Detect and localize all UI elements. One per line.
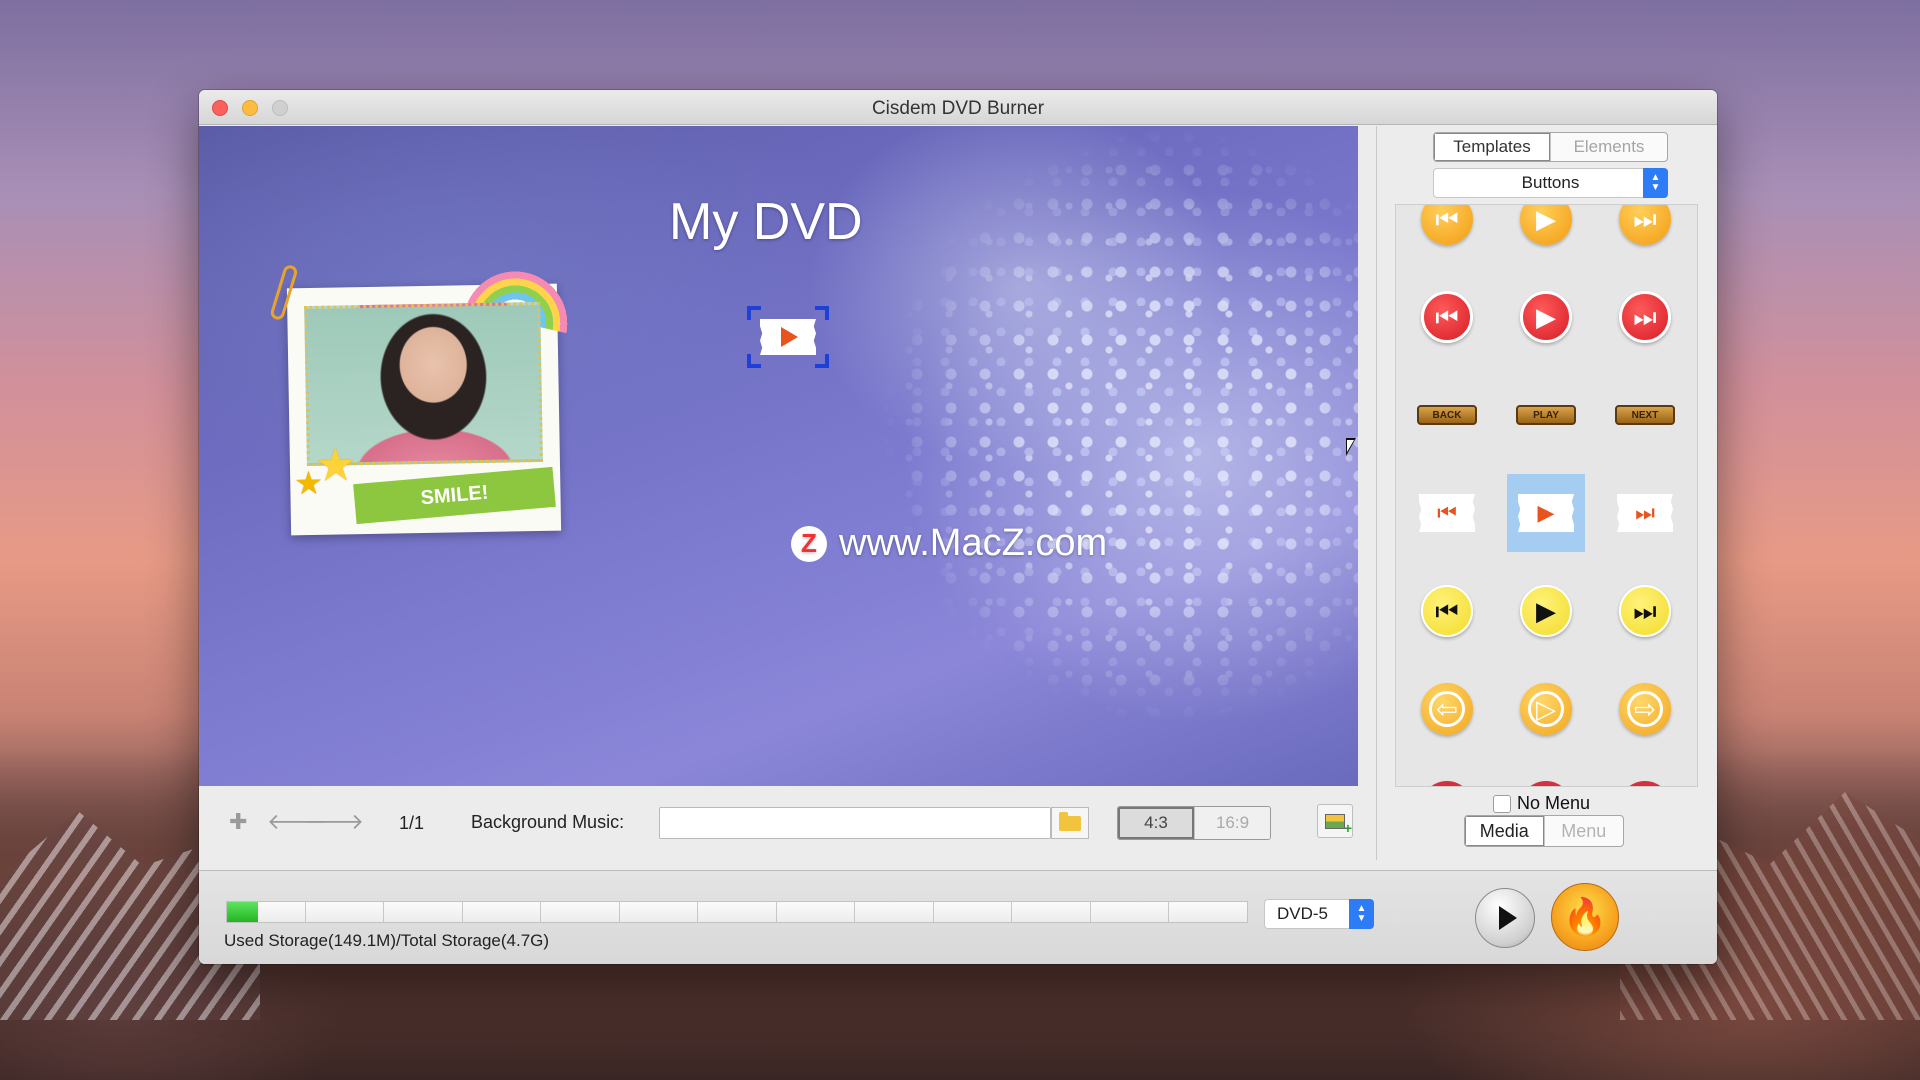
button-templates-grid[interactable]: ⏮ ▶ ⏭ ⏮ ▶ ⏭ BACK PLAY NEXT ⏮ ▶ ⏭ ⏮ ▶ ⏭ ⇦… (1395, 204, 1698, 787)
mouse-cursor (1346, 438, 1356, 456)
star-icon: ★ (293, 464, 324, 502)
template-red-play[interactable]: ▶ (1507, 278, 1585, 356)
chevron-updown-icon: ▲ ▼ (1643, 168, 1668, 198)
menu-preview-canvas[interactable]: My DVD SMILE! ★ ★ Z www.MacZ.com (199, 126, 1358, 786)
flame-icon: 🔥 (1562, 896, 1608, 937)
disc-type-value: DVD-5 (1277, 904, 1329, 923)
template-pill-next[interactable]: NEXT (1606, 376, 1684, 454)
template-pill-play[interactable]: PLAY (1507, 376, 1585, 454)
storage-text: Used Storage(149.1M)/Total Storage(4.7G) (224, 931, 550, 950)
status-bar: Used Storage(149.1M)/Total Storage(4.7G)… (199, 870, 1717, 964)
template-red-prev[interactable]: ⏮ (1408, 278, 1486, 356)
template-yellow-next[interactable]: ⏭ (1606, 572, 1684, 650)
image-add-icon (1325, 813, 1352, 836)
template-bottom-3[interactable] (1606, 768, 1684, 786)
template-bottom-2[interactable] (1507, 768, 1585, 786)
template-ticket-play[interactable]: ▶ (1507, 474, 1585, 552)
play-icon (1498, 906, 1517, 930)
template-bottom-1[interactable] (1408, 768, 1486, 786)
no-menu-option[interactable]: No Menu (1493, 793, 1590, 814)
selection-handle[interactable] (747, 354, 761, 368)
arrow-right-icon[interactable]: 🡒 (305, 809, 364, 835)
ratio-16-9-button[interactable]: 16:9 (1194, 807, 1270, 839)
selected-play-button-element[interactable] (747, 306, 829, 368)
category-select[interactable]: Buttons ▲ ▼ (1433, 168, 1668, 198)
browse-music-button[interactable] (1051, 807, 1089, 839)
pill-play-label: PLAY (1516, 405, 1576, 425)
template-ticket-next[interactable]: ⏭ (1606, 474, 1684, 552)
panel-divider (1376, 126, 1377, 860)
no-menu-label: No Menu (1517, 793, 1591, 813)
tab-elements[interactable]: Elements (1550, 133, 1667, 161)
background-music-label: Background Music: (471, 812, 625, 832)
sidebar-tabs: Templates Elements (1433, 132, 1668, 162)
template-ticket-prev[interactable]: ⏮ (1408, 474, 1486, 552)
storage-used-fill (227, 902, 258, 922)
watermark-text: www.MacZ.com (839, 522, 1108, 564)
selection-handle[interactable] (815, 306, 829, 320)
app-window: Cisdem DVD Burner My DVD SMILE! ★ ★ Z ww… (199, 90, 1717, 964)
window-title: Cisdem DVD Burner (871, 98, 1045, 119)
tab-menu[interactable]: Menu (1543, 816, 1624, 846)
ratio-4-3-button[interactable]: 4:3 (1118, 807, 1194, 839)
template-orange-next[interactable]: ⏭ (1606, 205, 1684, 258)
canvas-toolbar: ✚ 🡐 🡒 1/1 Background Music: 4:3 16:9 (199, 787, 1358, 859)
folder-icon (1059, 811, 1081, 831)
watermark-logo-icon: Z (791, 525, 827, 562)
page-indicator: 1/1 (399, 813, 425, 833)
title-bar: Cisdem DVD Burner (199, 90, 1717, 125)
aspect-ratio-toggle: 4:3 16:9 (1117, 806, 1271, 840)
ticket-play-icon (760, 319, 816, 355)
template-red-next[interactable]: ⏭ (1606, 278, 1684, 356)
no-menu-checkbox[interactable] (1493, 794, 1511, 813)
template-ring-forward[interactable]: ⇨ (1606, 670, 1684, 748)
tab-templates[interactable]: Templates (1434, 133, 1550, 161)
background-flowers (839, 126, 1358, 786)
chevron-updown-icon: ▲ ▼ (1349, 899, 1374, 929)
selection-handle[interactable] (815, 354, 829, 368)
template-yellow-prev[interactable]: ⏮ (1408, 572, 1486, 650)
photo-frame-element[interactable]: SMILE! ★ ★ (269, 254, 582, 536)
disc-type-select[interactable]: DVD-5 ▲ ▼ (1264, 899, 1374, 929)
selection-handle[interactable] (747, 306, 761, 320)
preview-play-button[interactable] (1475, 888, 1535, 948)
storage-usage-bar (226, 901, 1248, 923)
template-yellow-play[interactable]: ▶ (1507, 572, 1585, 650)
template-pill-back[interactable]: BACK (1408, 376, 1486, 454)
pill-back-label: BACK (1417, 405, 1477, 425)
burn-button[interactable]: 🔥 (1551, 883, 1619, 951)
paperclip-icon (269, 263, 299, 322)
add-background-image-button[interactable] (1317, 804, 1353, 838)
category-select-value: Buttons (1521, 173, 1580, 192)
plus-icon[interactable]: ✚ (229, 809, 247, 835)
watermark: Z www.MacZ.com (791, 522, 1107, 565)
template-orange-play[interactable]: ▶ (1507, 205, 1585, 258)
background-music-field[interactable] (659, 807, 1051, 839)
tab-media[interactable]: Media (1465, 816, 1544, 846)
template-ring-play[interactable]: ▷ (1507, 670, 1585, 748)
template-ring-back[interactable]: ⇦ (1408, 670, 1486, 748)
pill-next-label: NEXT (1615, 405, 1675, 425)
menu-title-text[interactable]: My DVD (669, 192, 863, 252)
smile-banner: SMILE! (353, 466, 556, 525)
template-orange-prev[interactable]: ⏮ (1408, 205, 1486, 258)
mode-tabs: Media Menu (1464, 815, 1624, 847)
